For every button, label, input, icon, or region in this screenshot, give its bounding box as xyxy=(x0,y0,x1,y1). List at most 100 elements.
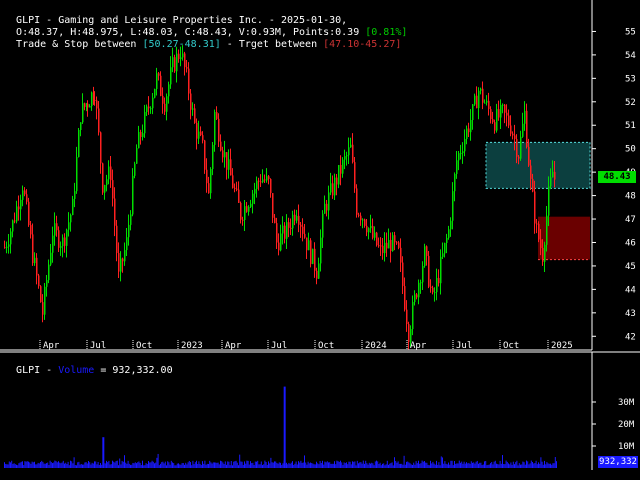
candle-body xyxy=(224,152,226,158)
volume-bar xyxy=(66,463,68,468)
candle-body xyxy=(172,57,174,68)
volume-bar xyxy=(204,460,206,468)
candle-body xyxy=(60,246,62,248)
candle-body xyxy=(354,162,356,189)
candle-body xyxy=(270,179,272,194)
candle-body xyxy=(440,256,442,284)
volume-bar xyxy=(40,462,41,468)
candle-body xyxy=(148,106,150,109)
candle-body xyxy=(174,57,176,72)
volume-bar xyxy=(65,462,67,468)
volume-bar xyxy=(144,465,146,468)
candle-body xyxy=(158,73,160,76)
volume-bar xyxy=(402,464,404,468)
candle-body xyxy=(222,150,224,158)
candle-body xyxy=(318,263,320,279)
volume-bar xyxy=(472,462,473,468)
volume-bar xyxy=(494,460,496,468)
volume-bar xyxy=(162,461,164,468)
volume-bar xyxy=(190,462,191,468)
candle-body xyxy=(124,250,126,262)
candle-body xyxy=(416,294,418,298)
volume-bar xyxy=(338,461,340,468)
volume-bar xyxy=(398,463,400,468)
candle-body xyxy=(266,176,268,181)
volume-bar xyxy=(536,464,538,468)
volume-bar xyxy=(329,462,331,468)
candle-body xyxy=(394,235,396,243)
volume-bar xyxy=(446,464,448,468)
time-tick-label: 2025 xyxy=(551,341,573,351)
volume-bar xyxy=(67,461,69,468)
volume-bar xyxy=(277,463,279,468)
volume-bar xyxy=(534,463,536,468)
candle-body xyxy=(186,67,188,69)
volume-bar xyxy=(542,464,544,468)
volume-bar xyxy=(62,460,64,468)
volume-bar xyxy=(281,465,283,468)
candle-body xyxy=(388,240,390,249)
volume-bar xyxy=(379,462,381,468)
volume-bar xyxy=(488,464,490,468)
volume-bar xyxy=(311,463,313,468)
volume-bar xyxy=(29,462,31,468)
price-tick-label: 55 xyxy=(625,27,636,37)
volume-bar xyxy=(491,461,493,468)
candle-body xyxy=(482,88,484,103)
volume-bar xyxy=(466,462,467,468)
volume-bar xyxy=(432,461,434,468)
volume-bar xyxy=(251,463,253,468)
volume-bar xyxy=(108,460,110,468)
candle-body xyxy=(364,219,366,226)
candle-body xyxy=(280,233,282,251)
volume-bar xyxy=(104,463,106,468)
volume-bar xyxy=(43,463,45,468)
volume-bar xyxy=(106,460,107,468)
candle-body xyxy=(38,275,40,287)
volume-bar xyxy=(296,464,298,468)
volume-bar xyxy=(221,461,223,468)
volume-bar xyxy=(365,460,367,468)
volume-bar xyxy=(64,463,65,468)
candle-body xyxy=(234,187,236,189)
volume-bar xyxy=(454,461,455,468)
volume-bar xyxy=(12,463,14,468)
volume-bar xyxy=(438,462,440,468)
candle-body xyxy=(458,153,460,161)
volume-bar xyxy=(528,464,530,468)
candle-body xyxy=(122,258,124,262)
candle-body xyxy=(274,217,276,224)
candle-body xyxy=(14,220,16,222)
volume-bar xyxy=(358,463,359,468)
volume-bar xyxy=(110,464,112,468)
time-tick-label: Jul xyxy=(456,341,472,351)
candle-body xyxy=(42,302,44,315)
volume-bar xyxy=(412,464,413,468)
candle-body xyxy=(248,206,250,212)
candle-body xyxy=(380,245,382,247)
volume-bar xyxy=(352,461,353,468)
volume-bar xyxy=(348,461,350,468)
candle-body xyxy=(462,151,464,154)
volume-bar xyxy=(258,464,260,468)
candle-body xyxy=(96,100,98,109)
candle-body xyxy=(460,153,462,155)
candle-body xyxy=(194,108,196,123)
candle-body xyxy=(356,188,358,215)
candle-body xyxy=(450,220,452,230)
candle-body xyxy=(548,186,550,216)
candle-body xyxy=(532,178,534,192)
volume-bar xyxy=(305,462,307,468)
candle-body xyxy=(250,203,252,207)
volume-bar xyxy=(404,464,406,468)
volume-bar xyxy=(134,462,136,468)
candle-body xyxy=(20,199,22,210)
volume-bar xyxy=(476,460,478,468)
candle-body xyxy=(168,84,170,97)
candle-body xyxy=(212,144,214,170)
volume-bar xyxy=(308,463,310,468)
volume-bar xyxy=(138,461,140,468)
volume-bar xyxy=(457,463,459,468)
candle-body xyxy=(98,108,100,133)
volume-bar xyxy=(269,463,271,468)
